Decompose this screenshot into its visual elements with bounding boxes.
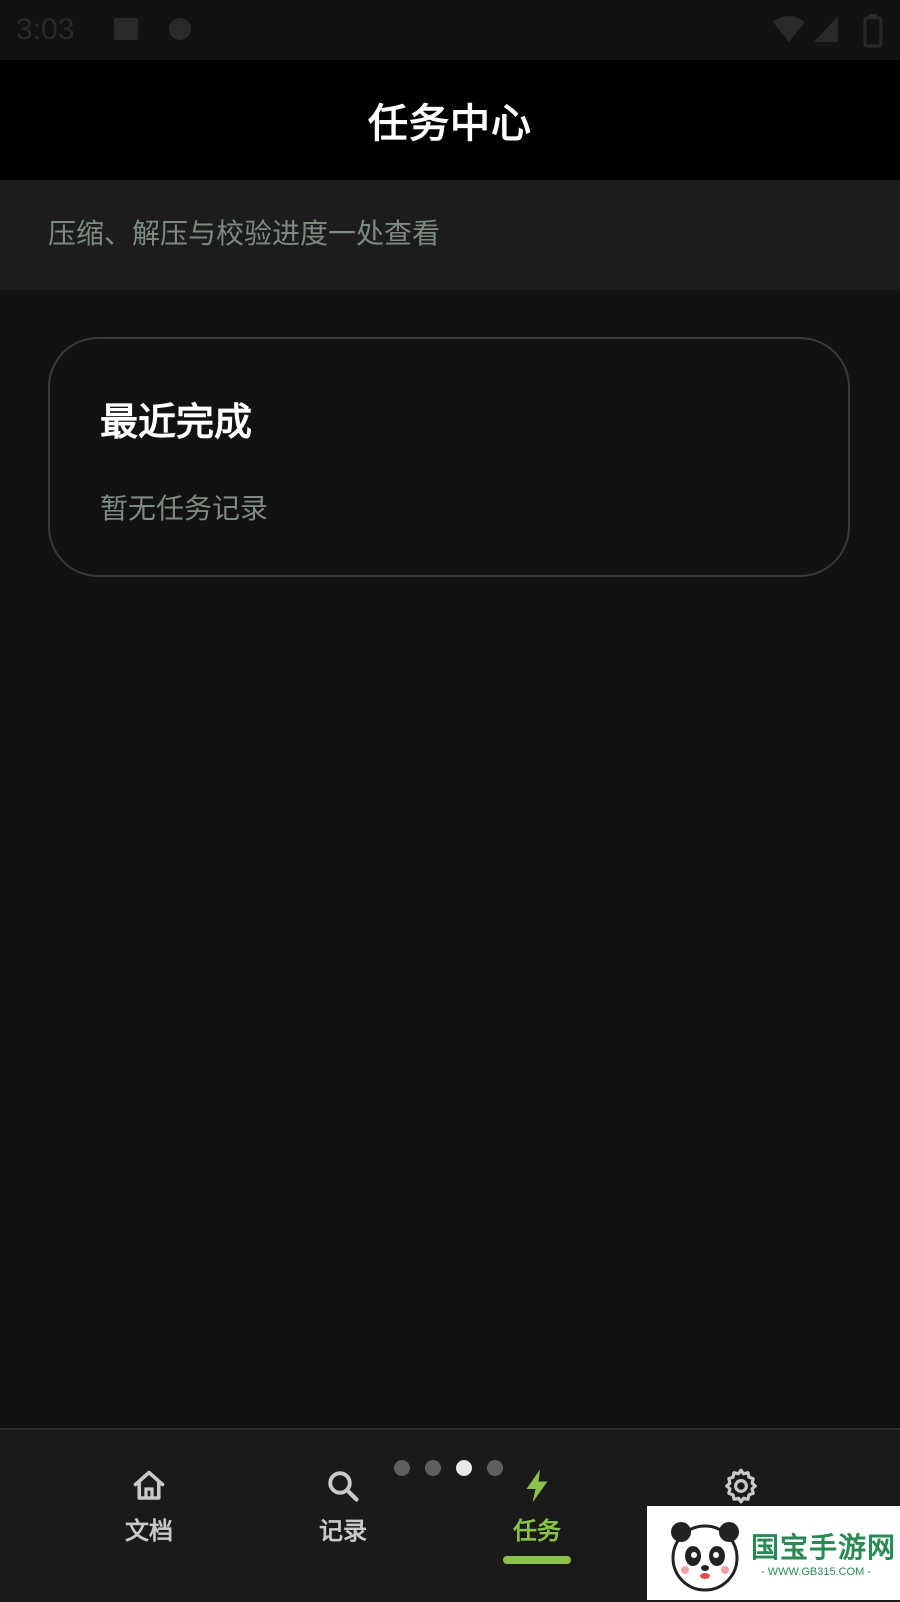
page-dot-active	[456, 1460, 472, 1476]
app-bar: 任务中心	[0, 60, 900, 180]
signal-icon	[812, 14, 840, 48]
nav-label-documents: 文档	[125, 1517, 173, 1545]
active-tab-indicator	[503, 1556, 571, 1564]
nav-label-records: 记录	[319, 1517, 367, 1545]
panda-logo-icon	[671, 1522, 739, 1592]
wifi-icon	[772, 14, 806, 48]
home-icon	[129, 1466, 169, 1506]
search-icon	[323, 1466, 363, 1506]
nav-item-records[interactable]: 记录	[283, 1466, 403, 1566]
empty-state-text: 暂无任务记录	[100, 492, 269, 525]
nav-label-tasks: 任务	[513, 1517, 561, 1545]
page-dot	[425, 1460, 441, 1476]
nav-item-tasks[interactable]: 任务	[477, 1466, 597, 1566]
battery-icon	[862, 14, 884, 52]
watermark-url: - WWW.GB315.COM -	[761, 1566, 871, 1578]
settings-status-icon	[166, 14, 194, 48]
gallery-icon	[112, 14, 140, 48]
recent-completed-card: 最近完成 暂无任务记录	[48, 337, 850, 577]
watermark: 国宝手游网 - WWW.GB315.COM -	[647, 1506, 900, 1600]
status-time: 3:03	[16, 13, 75, 46]
nav-item-documents[interactable]: 文档	[89, 1466, 209, 1566]
card-title: 最近完成	[100, 400, 253, 444]
subtitle-banner: 压缩、解压与校验进度一处查看	[0, 180, 900, 290]
subtitle-text: 压缩、解压与校验进度一处查看	[48, 217, 441, 250]
lightning-icon	[517, 1466, 557, 1506]
watermark-brand: 国宝手游网	[751, 1531, 897, 1564]
gear-icon	[721, 1466, 761, 1506]
page-title: 任务中心	[368, 101, 532, 147]
status-bar: 3:03	[0, 0, 900, 60]
